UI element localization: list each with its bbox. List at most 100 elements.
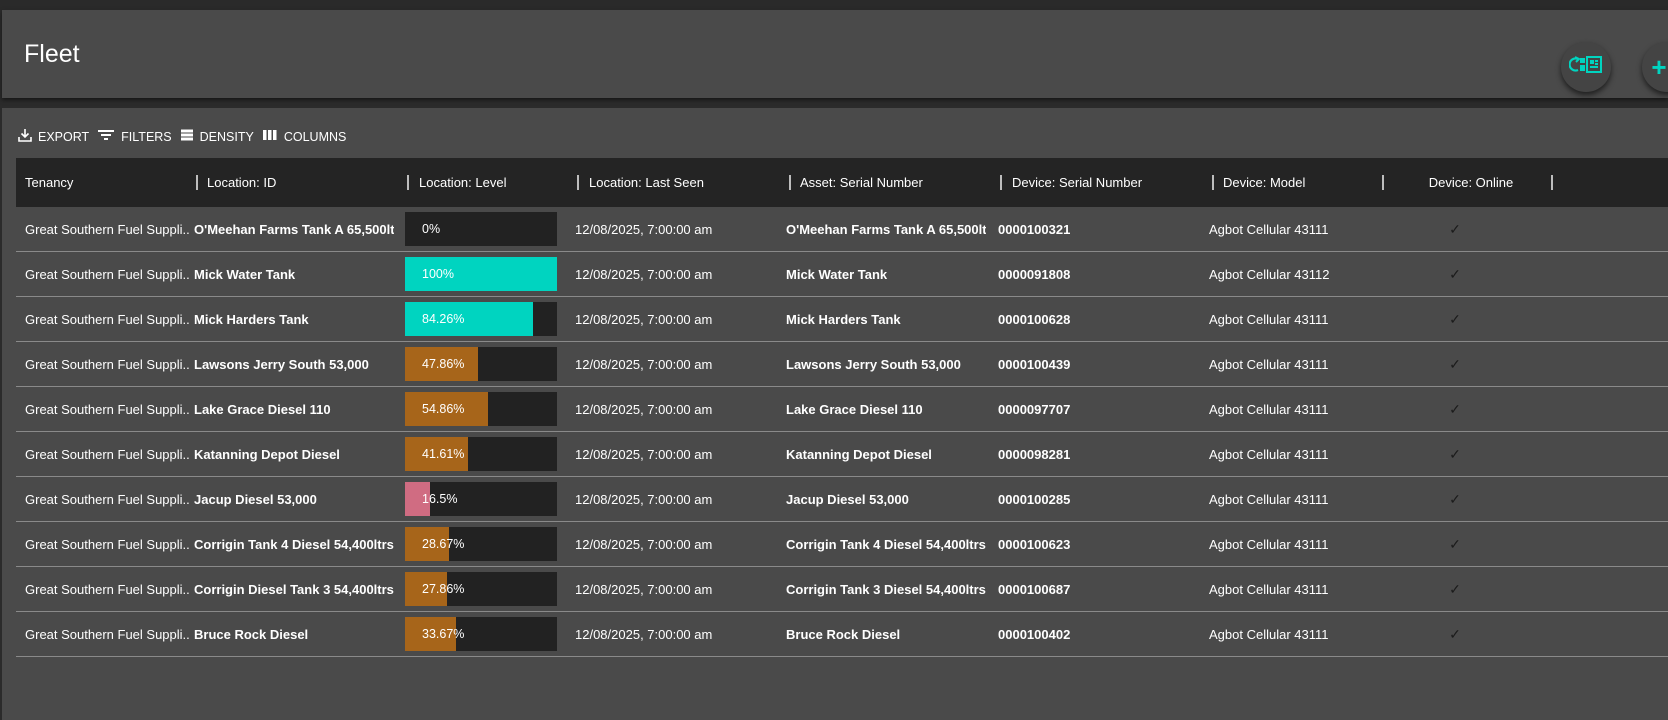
online-check-icon: ✓ bbox=[1449, 625, 1461, 642]
column-separator[interactable] bbox=[789, 175, 791, 190]
device-serial-cell: 0000097707 bbox=[998, 401, 1071, 417]
level-progress-bar: 16.5% bbox=[405, 482, 557, 516]
device-model-cell: Agbot Cellular 43111 bbox=[1209, 221, 1329, 237]
columns-button[interactable]: COLUMNS bbox=[262, 128, 347, 145]
tenancy-cell: Great Southern Fuel Suppli... bbox=[25, 266, 190, 282]
column-separator[interactable] bbox=[1000, 175, 1002, 190]
device-serial-cell: 0000100402 bbox=[998, 626, 1071, 642]
asset-serial-cell: Bruce Rock Diesel bbox=[786, 626, 901, 642]
table-row[interactable]: Great Southern Fuel Suppli... Katanning D… bbox=[16, 432, 1668, 477]
column-header-tenancy[interactable]: Tenancy bbox=[25, 158, 73, 207]
column-separator[interactable] bbox=[577, 175, 579, 190]
location-id-cell: Jacup Diesel 53,000 bbox=[194, 491, 317, 507]
column-header-last-seen[interactable]: Location: Last Seen bbox=[589, 158, 704, 207]
location-id-cell: Corrigin Tank 4 Diesel 54,400ltrs bbox=[194, 536, 394, 552]
tenancy-cell: Great Southern Fuel Suppli... bbox=[25, 356, 190, 372]
last-seen-cell: 12/08/2025, 7:00:00 am bbox=[575, 446, 713, 462]
device-serial-cell: 0000100321 bbox=[998, 221, 1071, 237]
table-row[interactable]: Great Southern Fuel Suppli... Lawsons Jer… bbox=[16, 342, 1668, 387]
device-serial-cell: 0000100623 bbox=[998, 536, 1071, 552]
online-check-icon: ✓ bbox=[1449, 265, 1461, 282]
page-title: Fleet bbox=[24, 40, 80, 68]
asset-serial-cell: Lake Grace Diesel 110 bbox=[786, 401, 923, 417]
table-row[interactable]: Great Southern Fuel Suppli... O'Meehan Fa… bbox=[16, 207, 1668, 252]
level-progress-bar: 84.26% bbox=[405, 302, 557, 336]
add-button[interactable]: + bbox=[1642, 42, 1668, 92]
column-separator[interactable] bbox=[1382, 175, 1384, 190]
column-header-location-level[interactable]: Location: Level bbox=[419, 158, 506, 207]
level-text: 84.26% bbox=[422, 312, 465, 326]
column-header-asset-serial[interactable]: Asset: Serial Number bbox=[800, 158, 923, 207]
asset-serial-cell: Mick Harders Tank bbox=[786, 311, 901, 327]
reader-sync-button[interactable] bbox=[1561, 42, 1611, 92]
table-body: Great Southern Fuel Suppli... O'Meehan Fa… bbox=[16, 207, 1668, 657]
filter-icon bbox=[97, 128, 121, 145]
density-button[interactable]: DENSITY bbox=[180, 128, 254, 145]
level-text: 27.86% bbox=[422, 582, 465, 596]
last-seen-cell: 12/08/2025, 7:00:00 am bbox=[575, 356, 713, 372]
table-row[interactable]: Great Southern Fuel Suppli... Mick Water … bbox=[16, 252, 1668, 297]
last-seen-cell: 12/08/2025, 7:00:00 am bbox=[575, 581, 713, 597]
level-text: 100% bbox=[422, 267, 454, 281]
column-separator[interactable] bbox=[1212, 175, 1214, 190]
export-label: EXPORT bbox=[38, 129, 90, 144]
last-seen-cell: 12/08/2025, 7:00:00 am bbox=[575, 266, 713, 282]
asset-serial-cell: Corrigin Tank 4 Diesel 54,400ltrs bbox=[786, 536, 986, 552]
device-serial-cell: 0000098281 bbox=[998, 446, 1071, 462]
device-serial-cell: 0000091808 bbox=[998, 266, 1071, 282]
online-check-icon: ✓ bbox=[1449, 580, 1461, 597]
tenancy-cell: Great Southern Fuel Suppli... bbox=[25, 221, 190, 237]
level-progress-bar: 100% bbox=[405, 257, 557, 291]
table-row[interactable]: Great Southern Fuel Suppli... Mick Harder… bbox=[16, 297, 1668, 342]
level-text: 0% bbox=[422, 222, 441, 236]
column-separator[interactable] bbox=[407, 175, 409, 190]
level-progress-bar: 47.86% bbox=[405, 347, 557, 381]
last-seen-cell: 12/08/2025, 7:00:00 am bbox=[575, 491, 713, 507]
level-text: 47.86% bbox=[422, 357, 465, 371]
table-row[interactable]: Great Southern Fuel Suppli... Bruce Rock … bbox=[16, 612, 1668, 657]
column-separator[interactable] bbox=[1551, 175, 1553, 190]
fleet-panel: EXPORT FILTERS DENSITY COLUMNS Tenancy L… bbox=[2, 108, 1668, 720]
table-row[interactable]: Great Southern Fuel Suppli... Corrigin Ta… bbox=[16, 522, 1668, 567]
tenancy-cell: Great Southern Fuel Suppli... bbox=[25, 491, 190, 507]
location-id-cell: Lawsons Jerry South 53,000 bbox=[194, 356, 369, 372]
location-id-cell: Lake Grace Diesel 110 bbox=[194, 401, 331, 417]
device-model-cell: Agbot Cellular 43111 bbox=[1209, 356, 1329, 372]
density-label: DENSITY bbox=[199, 129, 254, 144]
export-button[interactable]: EXPORT bbox=[18, 128, 89, 145]
location-id-cell: Mick Water Tank bbox=[194, 266, 296, 282]
device-serial-cell: 0000100687 bbox=[998, 581, 1071, 597]
page-header: Fleet + bbox=[2, 10, 1668, 98]
asset-serial-cell: Mick Water Tank bbox=[786, 266, 888, 282]
online-check-icon: ✓ bbox=[1449, 220, 1461, 237]
device-serial-cell: 0000100285 bbox=[998, 491, 1071, 507]
location-id-cell: Corrigin Diesel Tank 3 54,400ltrs bbox=[194, 581, 394, 597]
last-seen-cell: 12/08/2025, 7:00:00 am bbox=[575, 626, 713, 642]
last-seen-cell: 12/08/2025, 7:00:00 am bbox=[575, 401, 713, 417]
column-header-device-serial[interactable]: Device: Serial Number bbox=[1012, 158, 1142, 207]
last-seen-cell: 12/08/2025, 7:00:00 am bbox=[575, 221, 713, 237]
device-model-cell: Agbot Cellular 43111 bbox=[1209, 311, 1329, 327]
column-header-location-id[interactable]: Location: ID bbox=[207, 158, 276, 207]
online-check-icon: ✓ bbox=[1449, 400, 1461, 417]
column-header-device-model[interactable]: Device: Model bbox=[1223, 158, 1305, 207]
table-row[interactable]: Great Southern Fuel Suppli... Jacup Diese… bbox=[16, 477, 1668, 522]
filters-button[interactable]: FILTERS bbox=[97, 128, 172, 145]
tenancy-cell: Great Southern Fuel Suppli... bbox=[25, 626, 190, 642]
column-header-device-online[interactable]: Device: Online bbox=[1394, 158, 1548, 207]
level-progress-bar: 33.67% bbox=[405, 617, 557, 651]
level-progress-bar: 28.67% bbox=[405, 527, 557, 561]
table-row[interactable]: Great Southern Fuel Suppli... Corrigin Di… bbox=[16, 567, 1668, 612]
last-seen-cell: 12/08/2025, 7:00:00 am bbox=[575, 536, 713, 552]
asset-serial-cell: Corrigin Tank 3 Diesel 54,400ltrs bbox=[786, 581, 986, 597]
level-text: 33.67% bbox=[422, 627, 465, 641]
tenancy-cell: Great Southern Fuel Suppli... bbox=[25, 401, 190, 417]
location-id-cell: Katanning Depot Diesel bbox=[194, 446, 340, 462]
online-check-icon: ✓ bbox=[1449, 355, 1461, 372]
column-separator[interactable] bbox=[196, 175, 198, 190]
device-model-cell: Agbot Cellular 43111 bbox=[1209, 446, 1329, 462]
table-row[interactable]: Great Southern Fuel Suppli... Lake Grace … bbox=[16, 387, 1668, 432]
location-id-cell: Bruce Rock Diesel bbox=[194, 626, 309, 642]
columns-label: COLUMNS bbox=[283, 129, 347, 144]
online-check-icon: ✓ bbox=[1449, 310, 1461, 327]
